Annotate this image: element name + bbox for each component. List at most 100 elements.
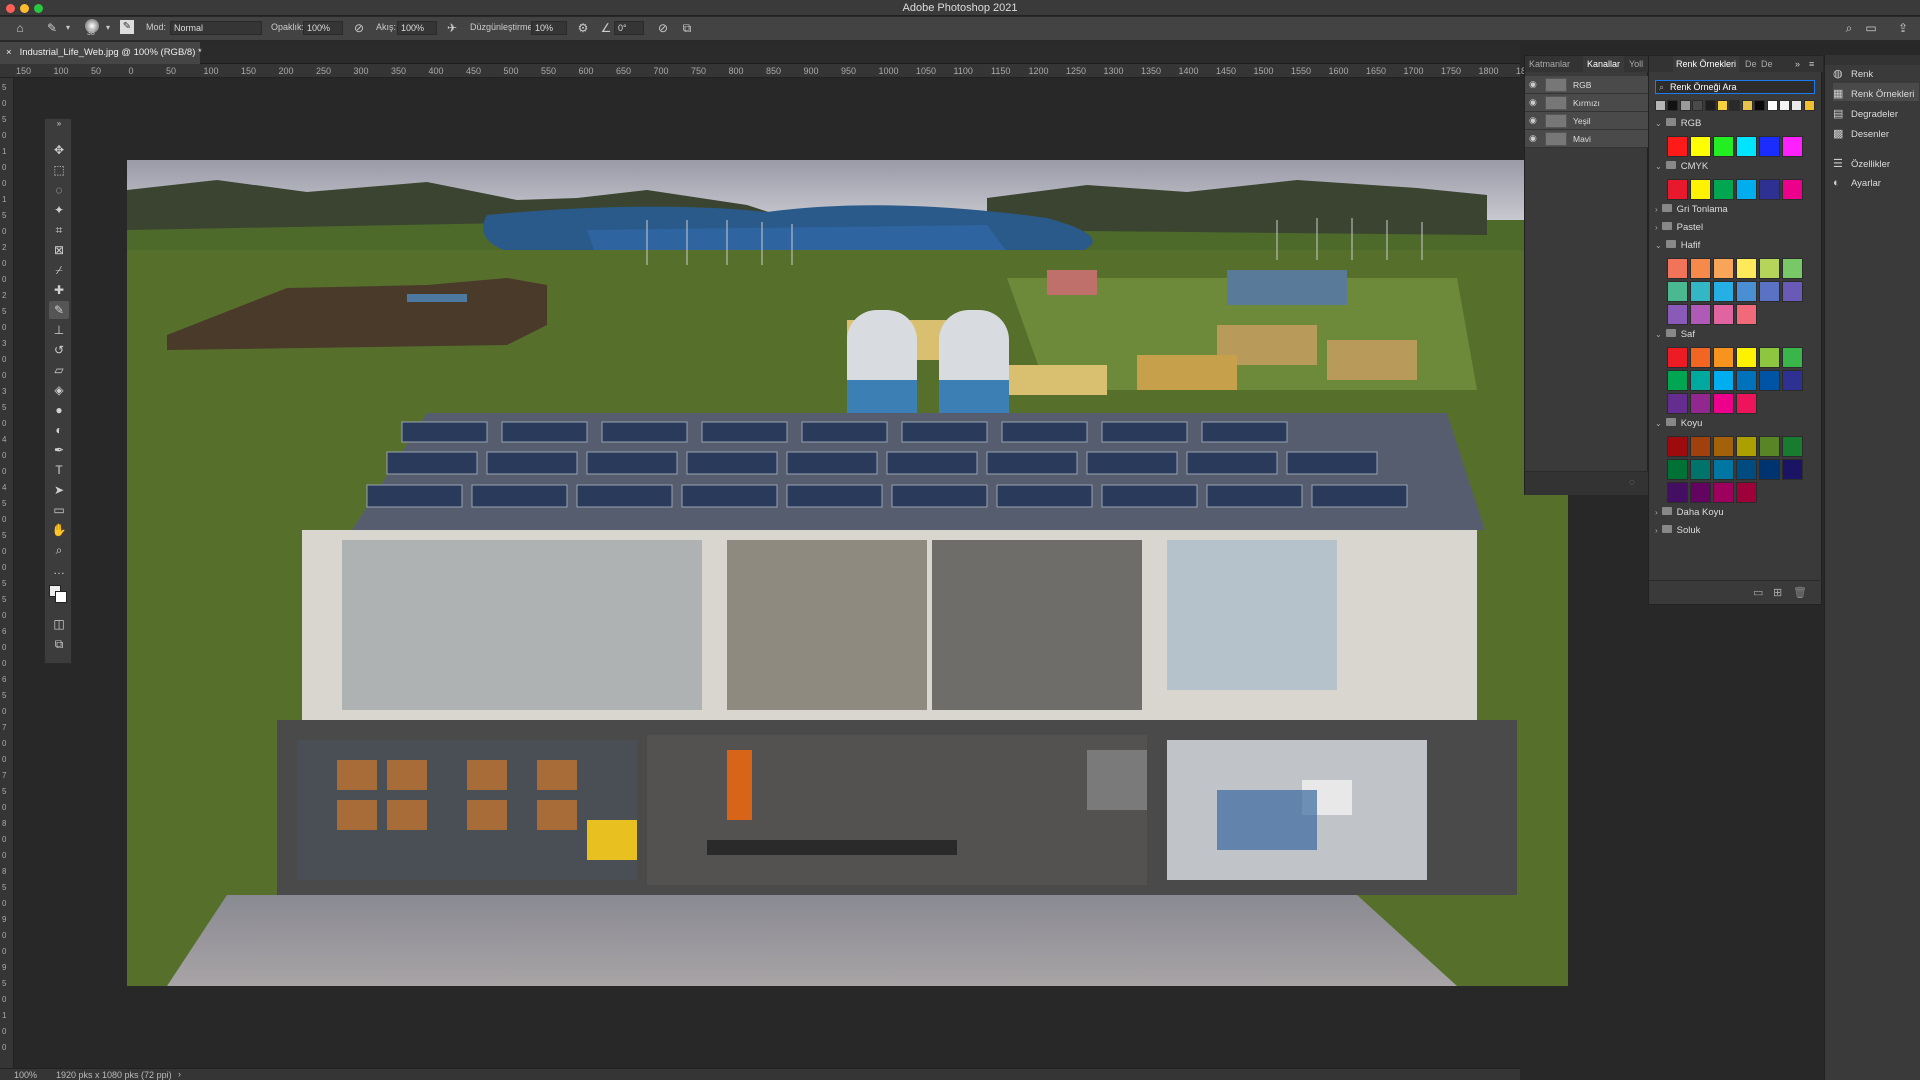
share-icon[interactable]: ⇪ xyxy=(1896,21,1910,35)
color-swatch[interactable] xyxy=(1690,136,1711,157)
color-swatch[interactable] xyxy=(1736,136,1757,157)
swatch-group-8[interactable]: › Soluk xyxy=(1655,525,1817,539)
frame-tool-icon[interactable]: ⊠ xyxy=(49,241,69,259)
dodge-tool-icon[interactable]: ◐ xyxy=(49,421,69,439)
color-swatch[interactable] xyxy=(1690,304,1711,325)
color-swatch[interactable] xyxy=(1713,482,1734,503)
color-swatch[interactable] xyxy=(1782,436,1803,457)
brush-settings-icon[interactable]: ✎ xyxy=(120,20,134,34)
recent-swatch[interactable] xyxy=(1803,100,1815,111)
color-swatch[interactable] xyxy=(1713,281,1734,302)
chevron-right-icon[interactable]: › xyxy=(178,1069,181,1079)
hand-tool-icon[interactable]: ✋ xyxy=(49,521,69,539)
color-swatch[interactable] xyxy=(1690,459,1711,480)
tab-paths[interactable]: Yoll xyxy=(1629,56,1643,72)
color-swatch[interactable] xyxy=(1782,347,1803,368)
workspace-icon[interactable]: ▭ xyxy=(1864,21,1878,35)
dock-item-color[interactable]: ◍ Renk xyxy=(1833,63,1919,81)
color-swatch[interactable] xyxy=(1736,347,1757,368)
color-swatch[interactable] xyxy=(1759,179,1780,200)
chevron-right-icon[interactable]: › xyxy=(1655,526,1658,535)
more-tabs-icon[interactable]: » xyxy=(1795,56,1800,72)
load-selection-icon[interactable]: ◌ xyxy=(1629,477,1635,488)
color-swatch[interactable] xyxy=(1713,179,1734,200)
horizontal-ruler[interactable]: 150 100 50 0 50 100 150 200 250 300 350 400 450 500 55… xyxy=(0,64,1526,78)
dock-item-gradients[interactable]: ▤ Degradeler xyxy=(1833,103,1919,121)
recent-swatch[interactable] xyxy=(1692,100,1704,111)
swatch-search-input[interactable]: Renk Örneği Ara xyxy=(1655,80,1815,94)
color-swatch[interactable] xyxy=(1713,459,1734,480)
color-swatch[interactable] xyxy=(1736,281,1757,302)
tab-channels[interactable]: Kanallar xyxy=(1583,56,1625,72)
channel-row-red[interactable]: ◉ Kırmızı xyxy=(1525,94,1649,112)
new-group-icon[interactable]: ▭ xyxy=(1753,586,1763,599)
quick-mask-icon[interactable]: ◫ xyxy=(49,615,69,633)
recent-swatch[interactable] xyxy=(1667,100,1679,111)
smoothing-field[interactable]: 10% xyxy=(531,21,567,35)
home-icon[interactable]: ⌂ xyxy=(12,21,28,35)
swatch-group-3[interactable]: › Pastel xyxy=(1655,222,1817,236)
color-swatch[interactable] xyxy=(1736,370,1757,391)
document-tab[interactable]: × Industrial_Life_Web.jpg @ 100% (RGB/8) … xyxy=(0,42,202,64)
recent-swatch[interactable] xyxy=(1655,100,1666,111)
color-swatch[interactable] xyxy=(1759,459,1780,480)
tab-gradients[interactable]: De xyxy=(1745,56,1757,72)
recent-swatch[interactable] xyxy=(1791,100,1803,111)
color-swatch[interactable] xyxy=(1667,179,1688,200)
tab-patterns[interactable]: De xyxy=(1761,56,1773,72)
color-swatch[interactable] xyxy=(1759,347,1780,368)
new-swatch-icon[interactable]: ⊞ xyxy=(1773,586,1782,599)
airbrush-icon[interactable]: ✈ xyxy=(445,21,459,35)
dock-item-patterns[interactable]: ▩ Desenler xyxy=(1833,123,1919,141)
pressure-opacity-icon[interactable]: ⊘ xyxy=(352,21,366,35)
magic-wand-tool-icon[interactable]: ✦ xyxy=(49,201,69,219)
chevron-right-icon[interactable]: › xyxy=(1655,508,1658,517)
lasso-tool-icon[interactable]: ◌ xyxy=(49,181,69,199)
color-swatch[interactable] xyxy=(1736,179,1757,200)
eye-icon[interactable]: ◉ xyxy=(1529,115,1537,126)
paint-bucket-tool-icon[interactable]: ◈ xyxy=(49,381,69,399)
color-swatch[interactable] xyxy=(1713,136,1734,157)
type-tool-icon[interactable]: T xyxy=(49,461,69,479)
eye-icon[interactable]: ◉ xyxy=(1529,133,1537,144)
vertical-ruler[interactable]: 5 0 5 0 1 0 0 1 5 0 2 0 0 2 5 0 3 0 0 3 5 0 4 0 0 4 5 0 5 0 0 5 5 0 6 0 0 6 5 0… xyxy=(0,78,14,1070)
color-swatch[interactable] xyxy=(1667,482,1688,503)
crop-tool-icon[interactable]: ⌗ xyxy=(49,221,69,239)
brush-tool-icon[interactable]: ✎ xyxy=(44,21,60,35)
chevron-down-icon[interactable]: ⌄ xyxy=(1655,241,1662,250)
chevron-down-icon[interactable]: ⌄ xyxy=(1655,162,1662,171)
color-swatch[interactable] xyxy=(1667,258,1688,279)
search-icon[interactable]: ⌕ xyxy=(1842,21,1856,35)
swatch-group-5[interactable]: ⌄ Saf xyxy=(1655,329,1817,343)
chevron-down-icon[interactable]: ⌄ xyxy=(1655,419,1662,428)
pressure-size-icon[interactable]: ⊘ xyxy=(656,21,670,35)
color-swatch[interactable] xyxy=(1736,459,1757,480)
eyedropper-tool-icon[interactable]: ⌿ xyxy=(49,261,69,279)
gear-icon[interactable]: ⚙ xyxy=(576,21,590,35)
swatch-group-7[interactable]: › Daha Koyu xyxy=(1655,507,1817,521)
dock-item-swatches[interactable]: ▦ Renk Örnekleri xyxy=(1833,83,1919,101)
zoom-tool-icon[interactable]: ⌕ xyxy=(49,541,69,559)
color-swatch[interactable] xyxy=(1690,179,1711,200)
color-swatch[interactable] xyxy=(1690,393,1711,414)
close-tab-icon[interactable]: × xyxy=(6,47,12,58)
color-swatch[interactable] xyxy=(1736,304,1757,325)
color-swatch[interactable] xyxy=(1690,347,1711,368)
recent-swatch[interactable] xyxy=(1704,100,1716,111)
color-swatch[interactable] xyxy=(1782,370,1803,391)
color-swatch[interactable] xyxy=(1667,370,1688,391)
color-swatch[interactable] xyxy=(1713,370,1734,391)
swatch-group-0[interactable]: ⌄ RGB xyxy=(1655,118,1817,132)
more-tools-icon[interactable]: … xyxy=(49,561,69,579)
color-swatch[interactable] xyxy=(1782,459,1803,480)
color-swatch[interactable] xyxy=(1759,281,1780,302)
color-swatch[interactable] xyxy=(1713,304,1734,325)
color-swatch[interactable] xyxy=(1713,393,1734,414)
chevron-down-icon[interactable]: ▾ xyxy=(64,21,72,35)
color-swatch[interactable] xyxy=(1667,459,1688,480)
eye-icon[interactable]: ◉ xyxy=(1529,79,1537,90)
chevron-down-icon[interactable]: ⌄ xyxy=(1655,330,1662,339)
dock-item-adjustments[interactable]: ◐ Ayarlar xyxy=(1833,173,1919,191)
pen-tool-icon[interactable]: ✒ xyxy=(49,441,69,459)
tab-layers[interactable]: Katmanlar xyxy=(1529,56,1570,72)
